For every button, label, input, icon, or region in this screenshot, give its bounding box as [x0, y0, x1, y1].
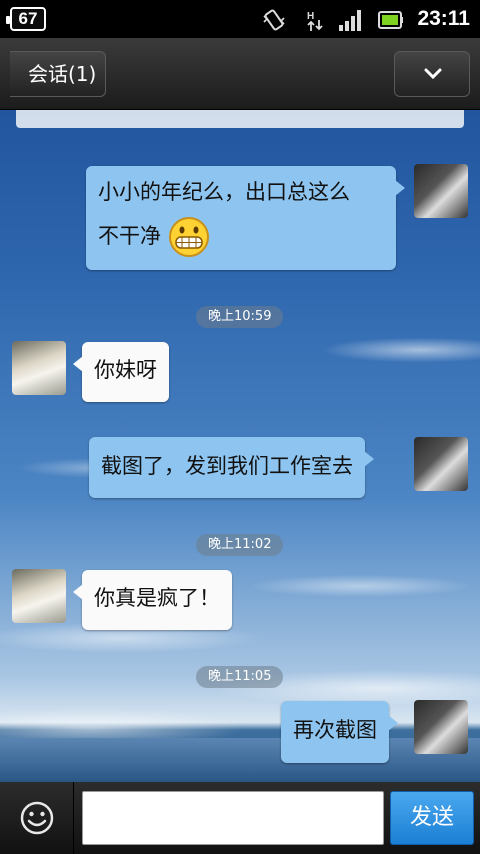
- contact-avatar[interactable]: [12, 569, 66, 623]
- message-bubble-sent[interactable]: 再次截图: [281, 701, 398, 763]
- message-text: 小小的年纪么，出口总这么: [98, 180, 350, 204]
- grin-emoji-icon: [168, 217, 209, 257]
- self-avatar[interactable]: [414, 164, 468, 218]
- status-bar: 67 H 23:11: [0, 0, 480, 38]
- previous-message-edge: [16, 110, 464, 128]
- chat-header: 会话(1): [0, 38, 480, 110]
- self-avatar[interactable]: [414, 437, 468, 491]
- emoji-button[interactable]: [0, 782, 74, 854]
- svg-text:H: H: [307, 11, 314, 22]
- input-bar: 发送: [0, 782, 480, 854]
- message-text: 截图了，发到我们工作室去: [101, 454, 353, 478]
- back-button-label: 会话(1): [28, 62, 97, 86]
- battery-icon: [378, 11, 403, 29]
- back-to-conversations-button[interactable]: 会话(1): [10, 51, 106, 97]
- vibrate-icon: [263, 9, 285, 31]
- message-text: 你妹呀: [94, 358, 157, 382]
- chevron-down-icon: [424, 68, 442, 80]
- send-button[interactable]: 发送: [390, 791, 474, 845]
- menu-dropdown-button[interactable]: [394, 51, 470, 97]
- message-text: 再次截图: [293, 718, 377, 742]
- message-bubble-received[interactable]: 你妹呀: [73, 342, 169, 402]
- message-text: 你真是疯了！: [94, 586, 220, 610]
- timestamp: 晚上11:05: [196, 666, 284, 688]
- message-bubble-received[interactable]: 你真是疯了！: [73, 570, 232, 630]
- timestamp: 晚上11:02: [196, 534, 284, 556]
- smiley-icon: [20, 801, 54, 835]
- message-input[interactable]: [82, 791, 384, 845]
- contact-avatar[interactable]: [12, 341, 66, 395]
- self-avatar[interactable]: [414, 700, 468, 754]
- message-text-line2: 不干净: [98, 214, 384, 258]
- message-text-continued: 不干净: [98, 224, 161, 248]
- message-bubble-sent[interactable]: 小小的年纪么，出口总这么 不干净: [86, 166, 405, 270]
- timestamp: 晚上10:59: [196, 306, 284, 328]
- status-time: 23:11: [417, 7, 470, 30]
- message-bubble-sent[interactable]: 截图了，发到我们工作室去: [89, 437, 374, 498]
- battery-level-badge: 67: [6, 7, 46, 31]
- background-sea: [0, 738, 480, 782]
- data-arrows-icon: H: [307, 11, 323, 31]
- signal-icon: [339, 10, 361, 31]
